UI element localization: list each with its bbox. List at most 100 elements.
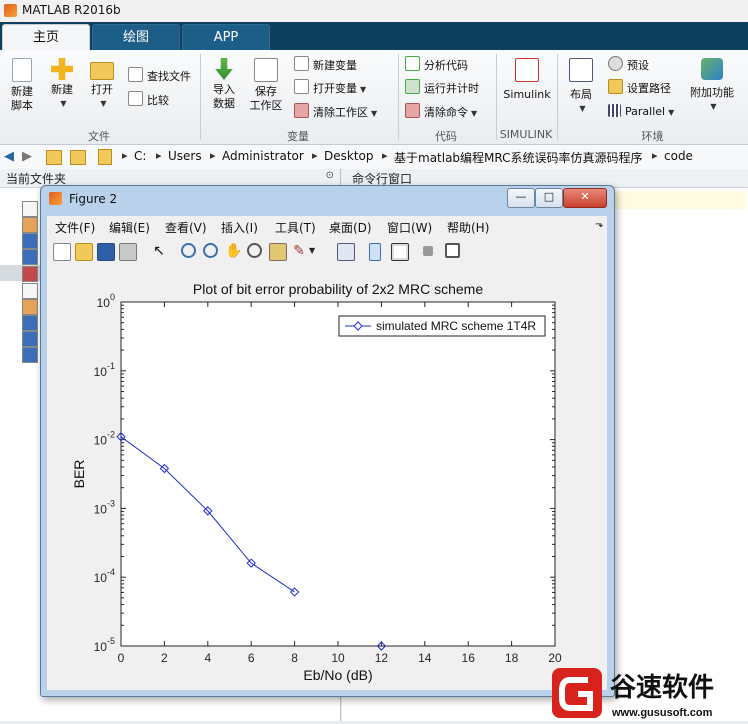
x-tick-label: 2 [161,651,168,665]
breadcrumb-users[interactable]: Users [168,149,202,163]
layout-button[interactable]: 布局 ▼ [563,58,599,116]
new-variable-button[interactable]: 新建变量 [294,56,357,74]
new-script-icon [12,58,32,82]
forward-arrow-icon[interactable]: ▶ [22,149,32,164]
open-variable-button[interactable]: 打开变量 ▼ [294,79,366,97]
hide-plot-tools-icon[interactable] [423,246,433,256]
gear-icon [608,56,623,71]
breadcrumb-code[interactable]: code [664,149,693,163]
import-data-button[interactable]: 导入 数据 [206,58,242,111]
breadcrumb-drive[interactable]: C: [134,149,146,163]
open-button[interactable]: 打开 ▼ [84,58,120,111]
simulink-icon [515,58,539,82]
open-file-icon[interactable] [75,243,93,261]
x-tick-label: 6 [248,651,255,665]
watermark-svg: 谷速软件 www.gususoft.com [552,668,714,719]
find-files-button[interactable]: 查找文件 [128,67,191,85]
dock-arrow-icon[interactable]: ⬎ [595,219,603,230]
figure-window[interactable]: Figure 2 — □ ✕ 文件(F) 编辑(E) 查看(V) 插入(I) 工… [40,185,615,697]
legend-icon[interactable] [391,243,409,261]
x-tick-label: 12 [375,651,389,665]
colorbar-icon[interactable] [369,243,381,261]
x-tick-label: 4 [204,651,211,665]
run-and-time-button[interactable]: 运行并计时 [405,79,479,97]
tab-plots[interactable]: 绘图 [92,24,180,51]
tab-home[interactable]: 主页 [2,24,90,51]
menu-file[interactable]: 文件(F) [55,219,95,236]
breadcrumb-administrator[interactable]: Administrator [222,149,304,163]
eraser-icon [294,103,309,118]
bmp-file-icon[interactable] [22,347,38,363]
bmp-file-icon[interactable] [22,315,38,331]
menu-view[interactable]: 查看(V) [165,219,207,236]
clear-commands-button[interactable]: 清除命令 ▼ [405,103,477,121]
figure-file-icon[interactable] [22,266,38,282]
ribbon: 新建 脚本 新建 ▼ 打开 ▼ 查找文件 比较 文件 导入 数据 保存 工作区 … [0,50,748,145]
tab-apps[interactable]: APP [182,24,270,51]
matlab-file-icon[interactable] [22,299,38,315]
show-plot-tools-icon[interactable] [445,243,460,258]
bmp-file-icon[interactable] [22,249,38,265]
new-script-button[interactable]: 新建 脚本 [4,58,40,113]
pointer-icon[interactable]: ↖ [151,243,167,259]
up-folder-icon[interactable] [46,150,62,165]
x-axis-label: Eb/No (dB) [303,667,372,683]
minimize-button[interactable]: — [507,188,535,208]
run-time-icon [405,79,420,94]
menu-desktop[interactable]: 桌面(D) [329,219,372,236]
bmp-file-icon[interactable] [22,331,38,347]
ber-chart: Plot of bit error probability of 2x2 MRC… [71,281,562,683]
legend-entry: simulated MRC scheme 1T4R [376,319,536,333]
print-icon[interactable] [119,243,137,261]
file-icon[interactable] [22,201,38,217]
address-bar: ◀ ▶ ▸ C: ▸ Users ▸ Administrator ▸ Deskt… [0,145,748,170]
folder-icon [98,149,112,165]
link-plot-icon[interactable] [337,243,355,261]
analyze-code-button[interactable]: 分析代码 [405,56,468,74]
menu-window[interactable]: 窗口(W) [387,219,432,236]
chevron-down-icon[interactable]: ▼ [309,243,325,259]
breadcrumb-desktop[interactable]: Desktop [324,149,374,163]
group-label-variable: 变量 [287,130,309,143]
new-figure-icon[interactable] [53,243,71,261]
close-button[interactable]: ✕ [563,188,607,208]
y-tick-label: 10-1 [94,361,115,379]
panel-menu-icon[interactable]: ⊙ [326,170,334,181]
save-icon[interactable] [97,243,115,261]
new-button[interactable]: 新建 ▼ [44,58,80,111]
file-icon[interactable] [22,283,38,299]
rotate-3d-icon[interactable] [247,243,262,258]
zoom-out-icon[interactable] [203,243,218,258]
brush-icon[interactable]: ✎ [291,243,307,259]
ribbon-tab-bar: 主页 绘图 APP [0,22,748,51]
breadcrumb-project-folder[interactable]: 基于matlab编程MRC系统误码率仿真源码程序 [394,149,643,166]
zoom-in-icon[interactable] [181,243,196,258]
menu-help[interactable]: 帮助(H) [447,219,489,236]
menu-insert[interactable]: 插入(I) [221,219,258,236]
parallel-button[interactable]: Parallel ▼ [608,103,674,121]
watermark-text: 谷速软件 [610,673,714,703]
preferences-button[interactable]: 预设 [608,56,649,74]
pan-hand-icon[interactable]: ✋ [225,243,242,259]
browse-folder-icon[interactable] [70,150,86,165]
eraser-icon [405,103,420,118]
bmp-file-icon[interactable] [22,233,38,249]
x-tick-label: 0 [118,651,125,665]
simulink-button[interactable]: Simulink [502,58,552,102]
group-label-simulink: SIMULINK [499,128,553,141]
back-arrow-icon[interactable]: ◀ [4,149,14,164]
compare-button[interactable]: 比较 [128,91,169,109]
add-ons-button[interactable]: 附加功能 ▼ [686,58,738,114]
save-workspace-button[interactable]: 保存 工作区 [246,58,286,113]
menu-edit[interactable]: 编辑(E) [109,219,150,236]
y-tick-label: 10-4 [94,567,115,585]
matlab-logo-icon [4,4,17,17]
maximize-button[interactable]: □ [535,188,563,208]
set-path-button[interactable]: 设置路径 [608,79,671,97]
matlab-file-icon[interactable] [22,217,38,233]
legend[interactable]: simulated MRC scheme 1T4R [338,315,546,337]
data-cursor-icon[interactable] [269,243,287,261]
clear-workspace-button[interactable]: 清除工作区 ▼ [294,103,377,121]
axes-box [120,301,556,647]
menu-tools[interactable]: 工具(T) [275,219,316,236]
